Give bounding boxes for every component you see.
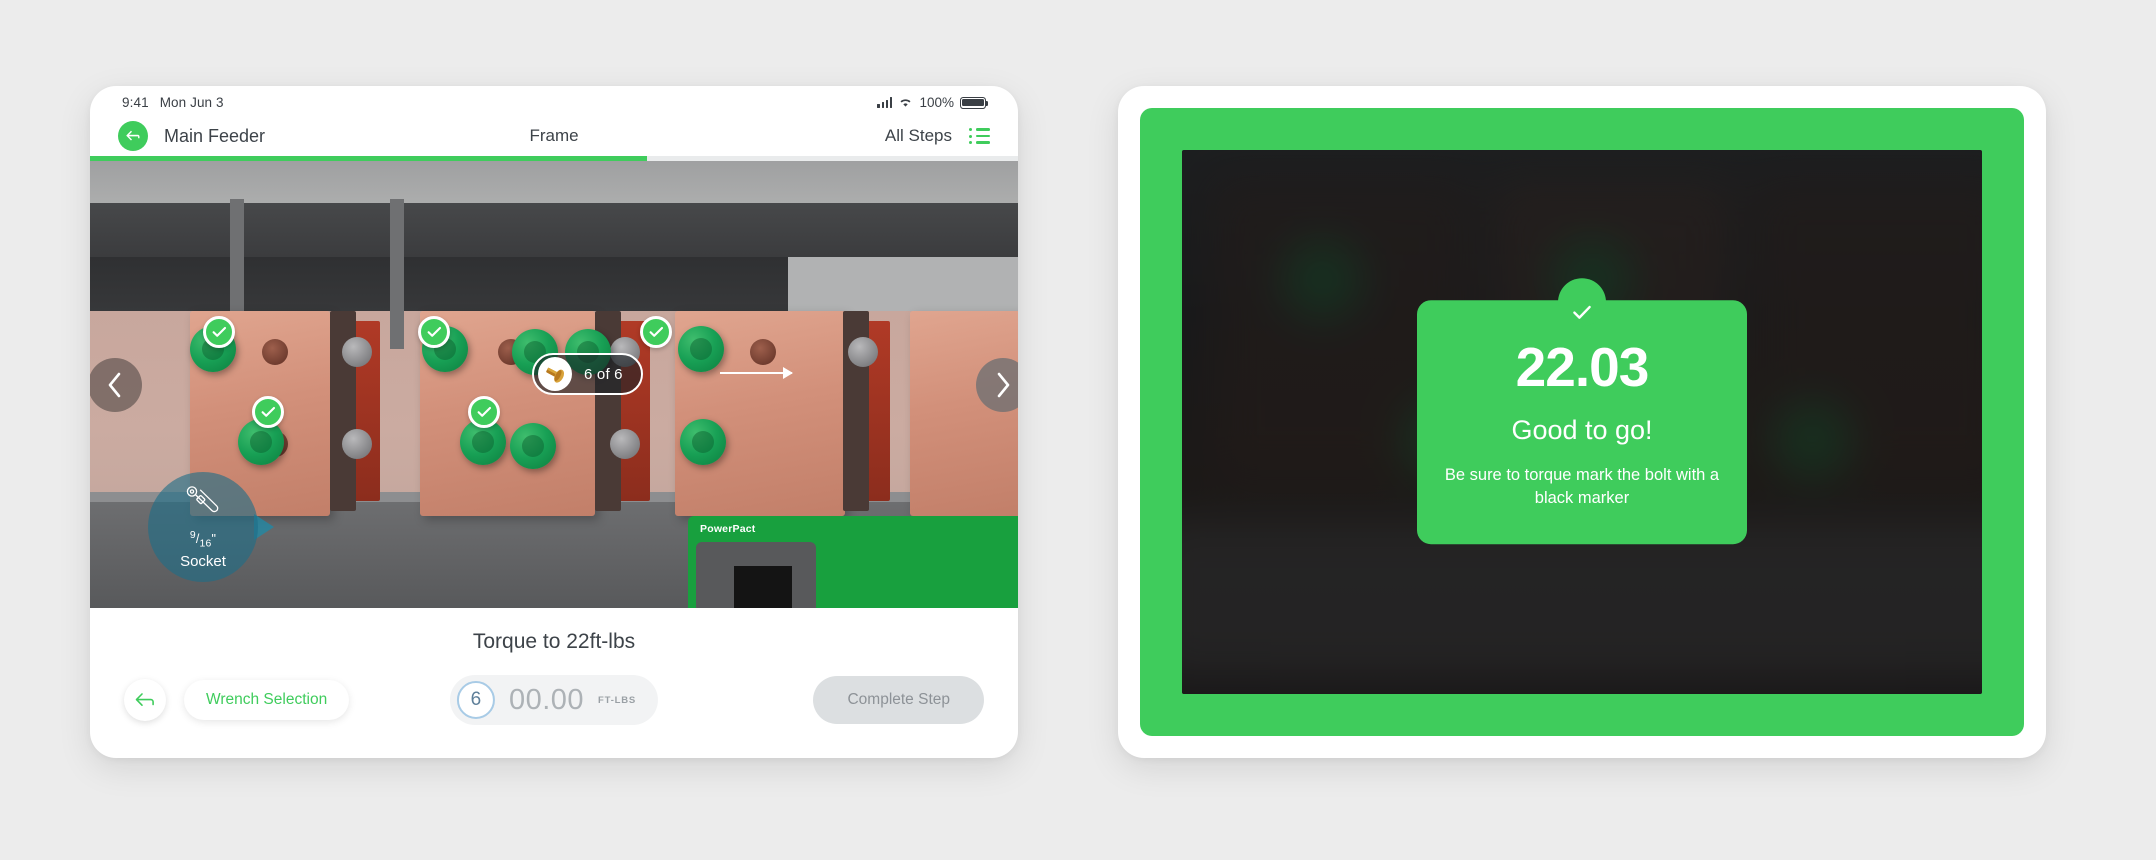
- bolt-number-badge: 6: [456, 681, 495, 719]
- check-icon: [203, 316, 235, 348]
- battery-percent: 100%: [919, 95, 954, 110]
- result-panel-card: 22.03 Good to go! Be sure to torque mark…: [1118, 86, 2046, 758]
- socket-size: 9/16": [189, 530, 217, 550]
- all-steps-button[interactable]: All Steps: [885, 126, 952, 146]
- instruction-photo[interactable]: PowerPact 6 of 6 9/16" Socket: [90, 161, 1018, 608]
- status-bar-right: 100%: [877, 95, 989, 110]
- check-icon: [418, 316, 450, 348]
- check-icon: [252, 396, 284, 428]
- status-time: 9:41: [122, 95, 149, 110]
- check-icon: [640, 316, 672, 348]
- powerpact-device: PowerPact: [688, 516, 1018, 608]
- back-arrow-icon[interactable]: [124, 679, 166, 721]
- torque-unit: FT-LBS: [598, 694, 637, 706]
- powerpact-label: PowerPact: [700, 523, 756, 535]
- torque-reading-widget: 6 00.00 FT-LBS: [449, 675, 659, 725]
- check-icon: [468, 396, 500, 428]
- cellular-bars-icon: [877, 97, 893, 108]
- nav-right-group: All Steps: [885, 126, 990, 146]
- callout-leader-line: [720, 367, 793, 379]
- chevron-left-icon[interactable]: [90, 357, 142, 412]
- step-title: Torque to 22ft-lbs: [472, 630, 636, 653]
- torque-result-value: 22.03: [1515, 336, 1650, 399]
- success-green-frame: 22.03 Good to go! Be sure to torque mark…: [1140, 108, 2024, 736]
- bolt-counter-badge: 6 of 6: [532, 353, 643, 395]
- socket-label: Socket: [180, 552, 226, 570]
- nav-bar: Main Feeder Frame All Steps: [90, 116, 1018, 156]
- nav-left-group: Main Feeder: [118, 121, 265, 151]
- torque-wrench-icon: [183, 484, 223, 523]
- tablet-device-card: 9:41 Mon Jun 3 100% Main Feeder Frame Al…: [90, 86, 1018, 758]
- check-icon: [1558, 278, 1606, 327]
- wrench-selection-button[interactable]: Wrench Selection: [184, 680, 350, 720]
- success-card: 22.03 Good to go! Be sure to torque mark…: [1417, 278, 1747, 544]
- list-icon[interactable]: [969, 127, 990, 145]
- bolt-counter-text: 6 of 6: [584, 365, 623, 383]
- back-arrow-icon[interactable]: [118, 121, 148, 151]
- page-title: Main Feeder: [164, 125, 266, 146]
- status-date: Mon Jun 3: [159, 95, 224, 110]
- socket-callout: 9/16" Socket: [148, 472, 274, 582]
- battery-icon: [960, 96, 989, 109]
- complete-step-button[interactable]: Complete Step: [813, 676, 984, 724]
- torque-value: 00.00: [508, 683, 585, 716]
- status-bar: 9:41 Mon Jun 3 100%: [90, 86, 1018, 116]
- screenshot-root: 9:41 Mon Jun 3 100% Main Feeder Frame Al…: [0, 0, 2156, 860]
- success-subtext: Be sure to torque mark the bolt with a b…: [1444, 466, 1720, 507]
- status-bar-left: 9:41 Mon Jun 3: [122, 95, 224, 110]
- bolt-icon: [538, 357, 572, 391]
- success-headline: Good to go!: [1511, 415, 1653, 446]
- wifi-icon: [898, 97, 913, 108]
- bottom-controls: Wrench Selection 6 00.00 FT-LBS Complete…: [90, 654, 1018, 725]
